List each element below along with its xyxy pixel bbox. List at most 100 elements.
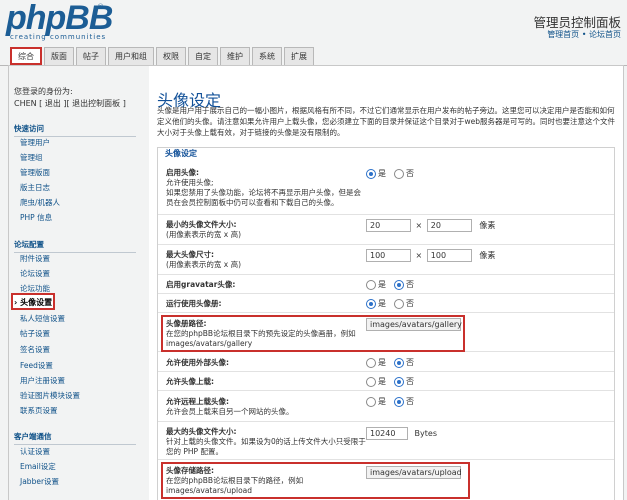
max-width-input[interactable]: 100 [366, 249, 411, 262]
unit-px: 像素 [479, 221, 496, 230]
sidebar-section-board-config: 论坛配置 [14, 239, 136, 253]
radio-yes-label: 是 [378, 299, 386, 308]
setting-row-enable-gravatar: 启用gravatar头像: 是否 [158, 275, 614, 294]
sidebar-item-manage-users[interactable]: 管理用户 [20, 137, 50, 148]
sidebar-item-post-settings[interactable]: 帖子设置 [20, 328, 50, 339]
setting-description: (用像素表示的宽 x 高) [166, 230, 242, 239]
setting-label: 允许使用外部头像: [166, 358, 229, 367]
highlight-gallery-path [161, 315, 465, 352]
radio-yes[interactable] [366, 357, 376, 368]
tab-extensions[interactable]: 扩展 [284, 47, 314, 65]
setting-label: 最小的头像文件大小: [166, 220, 237, 229]
radio-yes-label: 是 [378, 377, 386, 386]
setting-row-max-avatar-dims: 最大头像尺寸: (用像素表示的宽 x 高) 100 × 100 像素 [158, 245, 614, 275]
sidebar-item-auth-settings[interactable]: 认证设置 [20, 446, 50, 457]
sidebar-item-manage-forums[interactable]: 管理版面 [20, 167, 50, 178]
radio-yes[interactable] [366, 279, 376, 290]
radio-no[interactable] [394, 279, 404, 290]
setting-row-allow-upload: 允许头像上载: 是否 [158, 372, 614, 391]
dims-control: 20 × 20 像素 [366, 219, 495, 232]
bytes-control: 10240 Bytes [366, 427, 437, 440]
acp-home-link[interactable]: 管理首页 [547, 30, 579, 39]
radio-no[interactable] [394, 168, 404, 179]
sidebar-item-attachment-settings[interactable]: 附件设置 [20, 253, 50, 264]
unit-bytes: Bytes [414, 429, 437, 438]
setting-row-allow-remote: 允许使用外部头像: 是否 [158, 353, 614, 372]
radio-yes[interactable] [366, 376, 376, 387]
setting-description: (用像素表示的宽 x 高) [166, 260, 242, 269]
tab-permissions[interactable]: 权限 [156, 47, 186, 65]
sidebar-item-manage-groups[interactable]: 管理组 [20, 152, 43, 163]
main-tabs: 综合 版面 帖子 用户和组 权限 自定 维护 系统 扩展 [10, 47, 314, 65]
radio-group: 是否 [366, 168, 422, 179]
setting-description: 允许会员上载来自另一个网站的头像。 [166, 407, 294, 416]
tab-forums[interactable]: 版面 [44, 47, 74, 65]
sidebar-item-board-settings[interactable]: 论坛设置 [20, 268, 50, 279]
sidebar-item-mod-log[interactable]: 版主日志 [20, 182, 50, 193]
sidebar-item-feed-settings[interactable]: Feed设置 [20, 360, 53, 371]
radio-yes-label: 是 [378, 358, 386, 367]
min-width-input[interactable]: 20 [366, 219, 411, 232]
radio-yes-label: 是 [378, 397, 386, 406]
sidebar-item-registration-settings[interactable]: 用户注册设置 [20, 375, 65, 386]
highlight-upload-path [161, 462, 470, 499]
sidebar-item-email-settings[interactable]: Email设定 [20, 461, 56, 472]
radio-yes-label: 是 [378, 169, 386, 178]
logo-tagline: creating communities [10, 33, 107, 41]
fieldset-legend: 头像设定 [165, 149, 197, 158]
radio-yes[interactable] [366, 396, 376, 407]
sidebar-section-quick-access: 快速访问 [14, 123, 136, 137]
radio-yes-label: 是 [378, 280, 386, 289]
sidebar-item-avatar-settings[interactable]: › 头像设置 [11, 293, 55, 310]
radio-no[interactable] [394, 298, 404, 309]
dims-control: 100 × 100 像素 [366, 249, 495, 262]
radio-group: 是否 [366, 357, 422, 368]
radio-group: 是否 [366, 396, 422, 407]
radio-yes[interactable] [366, 168, 376, 179]
setting-label: 允许远程上载头像: [166, 397, 229, 406]
sidebar-item-avatar-label: › 头像设置 [14, 298, 53, 307]
tab-posting[interactable]: 帖子 [76, 47, 106, 65]
forum-home-link[interactable]: 论坛首页 [589, 30, 621, 39]
max-height-input[interactable]: 100 [426, 249, 472, 262]
radio-group: 是否 [366, 279, 422, 290]
login-label: 您登录的身份为: [14, 87, 73, 96]
radio-group: 是否 [366, 376, 422, 387]
tab-system[interactable]: 系统 [252, 47, 282, 65]
times-sign: × [415, 221, 423, 230]
setting-label: 最大的头像文件大小: [166, 427, 237, 436]
setting-description: 允许使用头像; 如果您禁用了头像功能，论坛将不再显示用户头像，但是会员在会员控制… [166, 178, 361, 207]
radio-no-label: 否 [406, 299, 414, 308]
unit-px: 像素 [479, 251, 496, 260]
sidebar-item-pm-settings[interactable]: 私人短信设置 [20, 313, 65, 324]
header-link-separator: • [579, 30, 589, 39]
sidebar-item-bots[interactable]: 爬虫/机器人 [20, 197, 60, 208]
page-intro: 头像是用户用于展示自己的一幅小图片，根据风格有所不同，不过它们通常显示在用户发布… [157, 106, 616, 137]
radio-no[interactable] [394, 376, 404, 387]
radio-no[interactable] [394, 357, 404, 368]
max-filesize-input[interactable]: 10240 [366, 427, 408, 440]
radio-no[interactable] [394, 396, 404, 407]
radio-yes[interactable] [366, 298, 376, 309]
tab-maintenance[interactable]: 维护 [220, 47, 250, 65]
setting-description: 针对上载的头像文件。如果设为0的话上传文件大小只受限于您的 PHP 配置。 [166, 437, 366, 456]
sidebar-item-jabber-settings[interactable]: Jabber设置 [20, 476, 59, 487]
sidebar-item-contact-settings[interactable]: 联系页设置 [20, 405, 58, 416]
tab-customise[interactable]: 自定 [188, 47, 218, 65]
setting-row-max-filesize: 最大的头像文件大小: 针对上载的头像文件。如果设为0的话上传文件大小只受限于您的… [158, 423, 614, 460]
sidebar-item-captcha-settings[interactable]: 验证图片模块设置 [20, 390, 80, 401]
setting-label: 允许头像上载: [166, 377, 214, 386]
radio-no-label: 否 [406, 377, 414, 386]
sidebar-item-signature-settings[interactable]: 签名设置 [20, 344, 50, 355]
trademark-mark: ® [97, 3, 104, 11]
setting-label: 启用gravatar头像: [166, 280, 236, 289]
header-links: 管理首页 • 论坛首页 [480, 29, 621, 40]
tab-users-groups[interactable]: 用户和组 [108, 47, 154, 65]
login-user-line[interactable]: CHEN [ 退出 ][ 退出控制面板 ] [14, 98, 126, 109]
times-sign: × [415, 251, 423, 260]
setting-row-allow-remote-upload: 允许远程上载头像: 允许会员上载来自另一个网站的头像。 是否 [158, 392, 614, 422]
min-height-input[interactable]: 20 [426, 219, 472, 232]
sidebar-item-php-info[interactable]: PHP 信息 [20, 212, 52, 223]
tab-general[interactable]: 综合 [10, 47, 42, 65]
radio-no-label: 否 [406, 169, 414, 178]
